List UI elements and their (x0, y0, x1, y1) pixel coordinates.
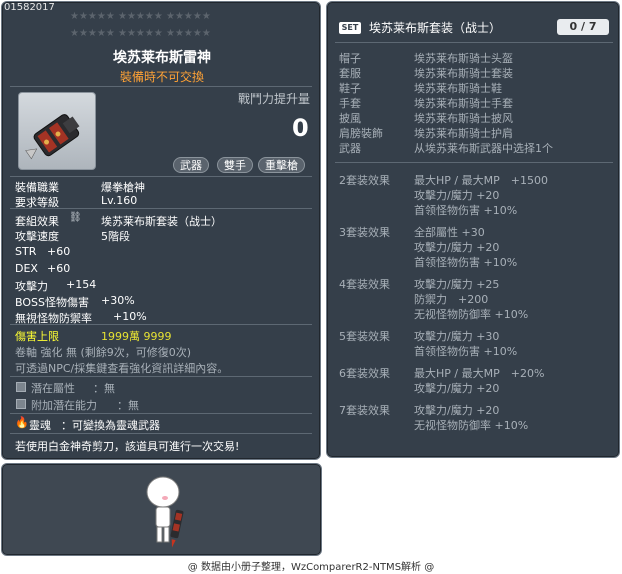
combat-power-value: 0 (292, 114, 309, 142)
set-part-slot: 披風 (339, 112, 361, 125)
set-part-item: 埃苏莱布斯骑士手套 (414, 97, 513, 110)
stat-attack-name: 攻擊力 (15, 280, 48, 293)
set-bonus-line: 最大HP / 最大MP +20% (414, 367, 545, 380)
bonus-potential-icon (16, 399, 26, 409)
set-bonus-line: 无视怪物防御率 +10% (414, 308, 529, 321)
set-bonus-line: 攻擊力/魔力 +20 (414, 404, 500, 417)
level-value: Lv.160 (101, 194, 138, 207)
set-part-slot: 帽子 (339, 52, 361, 65)
set-part-slot: 肩膀裝飾 (339, 127, 383, 140)
soul-label: 靈魂 (29, 419, 51, 432)
set-bonus-line: 全部屬性 +30 (414, 226, 485, 239)
item-name: 埃苏莱布斯雷神 (113, 50, 211, 66)
job-value: 爆拳槍神 (101, 181, 145, 194)
set-bonus-line: 攻擊力/魔力 +25 (414, 278, 500, 291)
set-bonus-line: 无视怪物防御率 +10% (414, 419, 529, 432)
set-part-item: 埃苏莱布斯骑士鞋 (414, 82, 502, 95)
set-part-slot: 鞋子 (339, 82, 361, 95)
set-bonus-line: 攻擊力/魔力 +20 (414, 189, 500, 202)
scroll-enhancement-info: 卷軸 強化 無 (剩餘9次，可修復0次) (15, 346, 192, 359)
set-count: 0 / 7 (557, 19, 609, 35)
set-bonus-line: 防禦力 +200 (414, 293, 489, 306)
set-part-item: 埃苏莱布斯骑士套装 (414, 67, 513, 80)
set-bonus-line: 最大HP / 最大MP +1500 (414, 174, 548, 187)
star-force-row-2: ★★★★★ ★★★★★ ★★★★★ (70, 28, 211, 39)
attack-speed-label: 攻擊速度 (15, 230, 59, 243)
set-bonus-line: 首领怪物伤害 +10% (414, 204, 518, 217)
set-bonus-label: 3套装效果 (339, 226, 390, 239)
set-effect-label: 套組效果 (15, 215, 59, 228)
stat-str-name: STR (15, 245, 37, 258)
damage-cap-label: 傷害上限 (15, 330, 59, 343)
link-icon: ⛓ (69, 212, 82, 223)
bonus-potential-value: ：無 (117, 399, 139, 412)
stat-boss-name: BOSS怪物傷害 (15, 296, 89, 309)
set-bonus-label: 7套装效果 (339, 404, 390, 417)
set-part-item: 埃苏莱布斯骑士护肩 (414, 127, 513, 140)
set-name: 埃苏莱布斯套装（战士） (369, 21, 502, 35)
star-force-row-1: ★★★★★ ★★★★★ ★★★★★ (70, 11, 211, 22)
set-info-panel: SET 埃苏莱布斯套装（战士） 0 / 7 帽子 埃苏莱布斯骑士头盔 套服 埃苏… (326, 1, 620, 458)
set-bonus-line: 首领怪物伤害 +10% (414, 256, 518, 269)
npc-enhancement-hint: 可透過NPC/採集鍵查看強化資訊詳細內容。 (15, 362, 229, 375)
stat-boss-value: +30% (101, 294, 135, 307)
combat-power-label: 戰鬥力提升量 (238, 92, 311, 106)
stat-dex-name: DEX (15, 262, 38, 275)
set-part-item: 从埃苏莱布斯武器中选择1个 (414, 142, 553, 155)
set-part-slot: 武器 (339, 142, 361, 155)
set-badge: SET (339, 22, 361, 34)
set-bonus-line: 攻擊力/魔力 +20 (414, 382, 500, 395)
trade-restriction-note: 裝備時不可交換 (119, 70, 204, 84)
character-avatar (146, 476, 184, 548)
tag-two-handed: 雙手 (217, 157, 253, 173)
platinum-scissors-note: 若使用白金神奇剪刀，該道具可進行一次交易! (15, 440, 240, 453)
potential-value: ：無 (93, 382, 115, 395)
potential-icon (16, 382, 26, 392)
potential-label: 潛在屬性 (31, 382, 75, 395)
set-bonus-label: 5套装效果 (339, 330, 390, 343)
stat-dex-value: +60 (47, 262, 71, 275)
set-part-item: 埃苏莱布斯骑士头盔 (414, 52, 513, 65)
set-bonus-line: 攻擊力/魔力 +20 (414, 241, 500, 254)
tag-weapon: 武器 (173, 157, 209, 173)
set-part-slot: 手套 (339, 97, 361, 110)
weapon-icon (25, 114, 80, 160)
character-preview-panel (1, 463, 322, 556)
set-part-slot: 套服 (339, 67, 361, 80)
set-bonus-label: 4套装效果 (339, 278, 390, 291)
item-icon (18, 92, 96, 170)
set-part-item: 埃苏莱布斯骑士披风 (414, 112, 513, 125)
set-bonus-line: 首领怪物伤害 +10% (414, 345, 518, 358)
stat-ignore-def-value: +10% (113, 310, 147, 323)
damage-cap-value: 1999萬 9999 (101, 330, 172, 343)
set-effect-value: 埃苏莱布斯套装（战士） (101, 215, 222, 228)
soul-flame-icon: 🔥 (15, 416, 29, 429)
set-bonus-label: 6套装效果 (339, 367, 390, 380)
attack-speed-value: 5階段 (101, 230, 130, 243)
stat-str-value: +60 (47, 245, 71, 258)
tag-weapon-type: 重擊槍 (258, 157, 305, 173)
soul-value: ：可變換為靈魂武器 (61, 419, 160, 432)
footer-credit: @ 数据由小册子整理，WzComparerR2-NTMS解析 @ (187, 562, 435, 573)
item-tooltip-panel: 01582017 ★★★★★ ★★★★★ ★★★★★ ★★★★★ ★★★★★ ★… (1, 1, 321, 460)
job-label: 裝備職業 (15, 181, 59, 194)
set-bonus-line: 攻擊力/魔力 +30 (414, 330, 500, 343)
bonus-potential-label: 附加潛在能力 (31, 399, 97, 412)
item-id: 01582017 (4, 2, 55, 13)
set-bonus-label: 2套装效果 (339, 174, 390, 187)
stat-attack-value: +154 (66, 278, 97, 291)
